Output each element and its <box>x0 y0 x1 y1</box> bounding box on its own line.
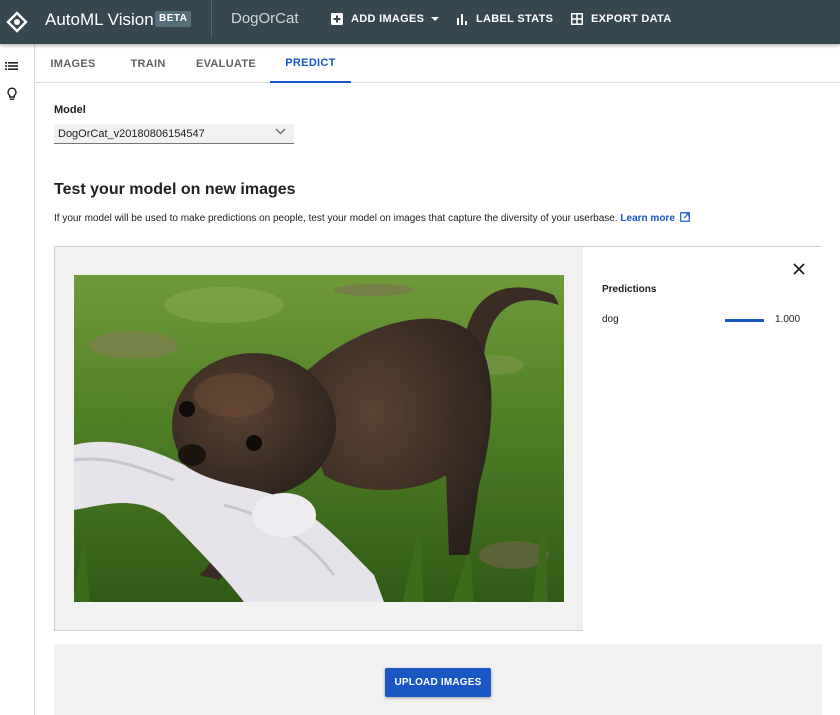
beta-badge: BETA <box>155 11 192 27</box>
label-stats-button[interactable]: LABEL STATS <box>457 0 553 38</box>
list-icon[interactable] <box>5 59 19 73</box>
tab-bar: IMAGES TRAIN EVALUATE PREDICT <box>35 44 840 83</box>
tab-train[interactable]: TRAIN <box>130 44 165 83</box>
bar-chart-icon <box>457 13 467 25</box>
tab-predict[interactable]: PREDICT <box>270 44 351 83</box>
image-preview-area <box>55 247 583 631</box>
prediction-image <box>74 275 564 602</box>
left-nav-rail <box>0 44 35 715</box>
topbar-divider <box>211 0 212 38</box>
model-select-value: DogOrCat_v20180806154547 <box>58 128 205 140</box>
predictions-results: Predictions dog 1.000 <box>583 247 822 631</box>
upload-area: UPLOAD IMAGES <box>54 644 822 715</box>
dropdown-arrow-icon <box>431 16 440 21</box>
close-icon[interactable] <box>792 262 806 276</box>
prediction-score: 1.000 <box>775 314 801 325</box>
section-description: If your model will be used to make predi… <box>54 212 690 224</box>
chevron-down-icon <box>275 128 286 135</box>
label-stats-label: LABEL STATS <box>476 13 554 25</box>
section-title: Test your model on new images <box>54 181 296 198</box>
prediction-label: dog <box>602 314 619 325</box>
prediction-panel: Predictions dog 1.000 <box>54 246 822 631</box>
tab-evaluate[interactable]: EVALUATE <box>196 44 256 83</box>
prediction-score-bar <box>725 319 764 322</box>
dataset-name: DogOrCat <box>231 10 299 27</box>
automl-logo-icon <box>6 11 28 33</box>
add-images-label: ADD IMAGES <box>351 13 425 25</box>
learn-more-label: Learn more <box>620 213 675 224</box>
add-images-button[interactable]: ADD IMAGES <box>331 0 440 38</box>
prediction-row: dog 1.000 <box>602 314 802 328</box>
grid-table-icon <box>571 13 583 25</box>
lightbulb-icon[interactable] <box>5 87 19 101</box>
top-app-bar: AutoML Vision BETA DogOrCat ADD IMAGES L… <box>0 0 840 44</box>
prediction-score-bar-fill <box>725 319 764 322</box>
model-label: Model <box>54 104 86 116</box>
predictions-title: Predictions <box>602 284 657 295</box>
external-link-icon <box>680 212 690 222</box>
export-data-label: EXPORT DATA <box>591 13 672 25</box>
add-box-icon <box>331 13 343 25</box>
upload-images-button[interactable]: UPLOAD IMAGES <box>385 668 491 697</box>
learn-more-link[interactable]: Learn more <box>620 212 690 224</box>
description-text: If your model will be used to make predi… <box>54 213 618 224</box>
tab-images[interactable]: IMAGES <box>50 44 95 83</box>
model-select[interactable]: DogOrCat_v20180806154547 <box>54 124 294 144</box>
app-title: AutoML Vision <box>45 10 154 29</box>
export-data-button[interactable]: EXPORT DATA <box>571 0 672 38</box>
